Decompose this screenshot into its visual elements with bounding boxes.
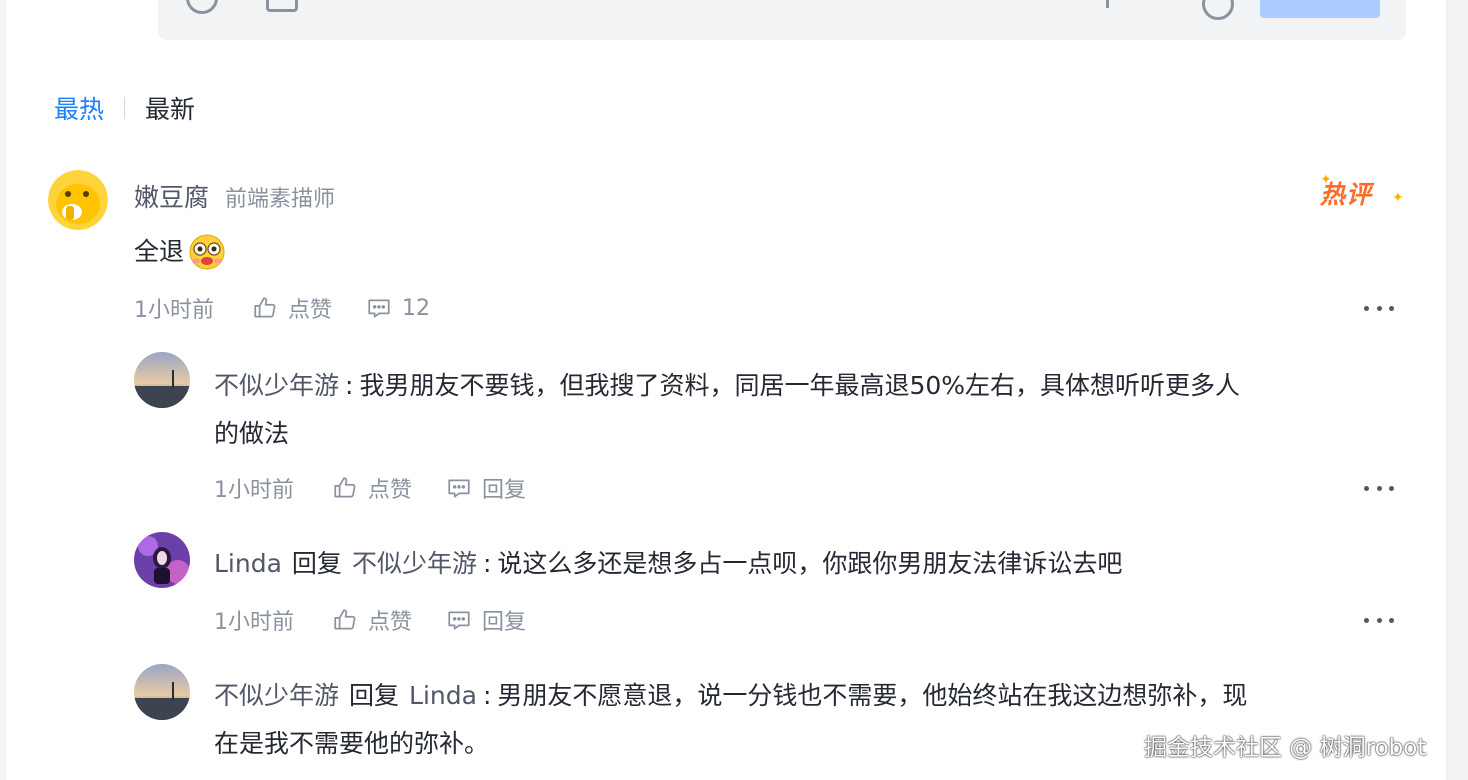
image-icon[interactable] (266, 0, 298, 12)
thumbs-up-icon (254, 297, 276, 318)
tab-newest[interactable]: 最新 (145, 90, 195, 126)
reply-word: 回复 (291, 549, 342, 578)
emoji-icon[interactable] (186, 0, 218, 14)
reply-text-line1: 男朋友不愿意退，说一分钱也不需要，他始终站在我这边想弥补，现 (497, 681, 1248, 710)
comment-text: 全退 (134, 237, 185, 266)
tab-hottest[interactable]: 最热 (54, 90, 104, 126)
comment-author[interactable]: 嫩豆腐 (134, 178, 209, 214)
more-options-icon[interactable] (1364, 304, 1394, 312)
reply-button[interactable]: 回复 (446, 604, 526, 636)
reply-button[interactable]: 回复 (446, 472, 526, 504)
reply-count-button[interactable]: 12 (366, 295, 430, 321)
colon: : (482, 681, 492, 710)
sparkle-icon: ✦ (1392, 190, 1404, 206)
like-label: 点赞 (288, 298, 333, 323)
more-options-icon[interactable] (1364, 484, 1394, 492)
reply-target[interactable]: 不似少年游 (352, 549, 477, 578)
comment-section: 最热 最新 嫩豆腐 前端素描师 ✦ 热评 ✦ 全退 1小时前 点赞 12 不似少… (0, 0, 1447, 780)
hot-comment-badge: 热评 (1320, 180, 1373, 209)
colon: : (482, 549, 492, 578)
reply-text-line2: 的做法 (214, 419, 290, 448)
thumbs-up-icon (334, 477, 356, 498)
reply-author[interactable]: Linda (214, 549, 282, 578)
reply-time: 1小时前 (214, 478, 294, 503)
thumbs-up-icon (334, 609, 356, 630)
like-label: 点赞 (368, 478, 413, 503)
colon: : (345, 371, 354, 400)
reply-target[interactable]: Linda (409, 681, 477, 710)
like-label: 点赞 (368, 610, 413, 635)
reply-text-line1: 我男朋友不要钱，但我搜了资料，同居一年最高退50%左右，具体想听听更多人 (359, 371, 1241, 400)
reply-label: 回复 (482, 478, 527, 503)
comment-content: 全退 (134, 228, 226, 276)
help-icon[interactable] (1202, 0, 1234, 20)
avatar[interactable] (134, 532, 190, 588)
reply-content: 不似少年游: 我男朋友不要钱，但我搜了资料，同居一年最高退50%左右，具体想听听更… (214, 362, 1394, 458)
avatar[interactable] (48, 170, 108, 230)
comment-bubble-icon (368, 299, 390, 318)
reply-author[interactable]: 不似少年游 (214, 681, 339, 710)
comment-actions: 1小时前 点赞 12 (134, 292, 430, 324)
more-options-icon[interactable] (1364, 616, 1394, 624)
page-edge (0, 0, 6, 780)
comment-bubble-icon (448, 611, 470, 630)
comment-header: 嫩豆腐 前端素描师 (134, 178, 335, 214)
like-button[interactable]: 点赞 (332, 604, 412, 636)
reply-text: 说这么多还是想多占一点呗，你跟你男朋友法律诉讼去吧 (497, 549, 1123, 578)
reply-word: 回复 (349, 681, 400, 710)
avatar[interactable] (134, 664, 190, 720)
shortcut-icon[interactable] (1106, 0, 1117, 8)
avatar[interactable] (134, 352, 190, 408)
reply-content: Linda 回复 不似少年游: 说这么多还是想多占一点呗，你跟你男朋友法律诉讼去吧 (214, 540, 1122, 588)
reply-time: 1小时前 (214, 610, 294, 635)
author-title: 前端素描师 (225, 187, 336, 212)
comment-bubble-icon (448, 479, 470, 498)
watermark: 掘金技术社区 @ 树洞robot (1144, 735, 1427, 761)
tab-divider (124, 97, 126, 119)
like-button[interactable]: 点赞 (252, 292, 332, 324)
emoji-face-icon (188, 233, 226, 271)
reply-actions: 1小时前 点赞 回复 (214, 472, 526, 504)
sort-tabs: 最热 最新 (54, 90, 195, 126)
reply-actions: 1小时前 点赞 回复 (214, 604, 526, 636)
comment-time: 1小时前 (134, 298, 214, 323)
send-button[interactable] (1260, 0, 1380, 18)
reply-count: 12 (402, 295, 431, 321)
like-button[interactable]: 点赞 (332, 472, 412, 504)
comment-editor[interactable] (158, 0, 1406, 40)
reply-author[interactable]: 不似少年游 (214, 371, 339, 400)
reply-label: 回复 (482, 610, 527, 635)
